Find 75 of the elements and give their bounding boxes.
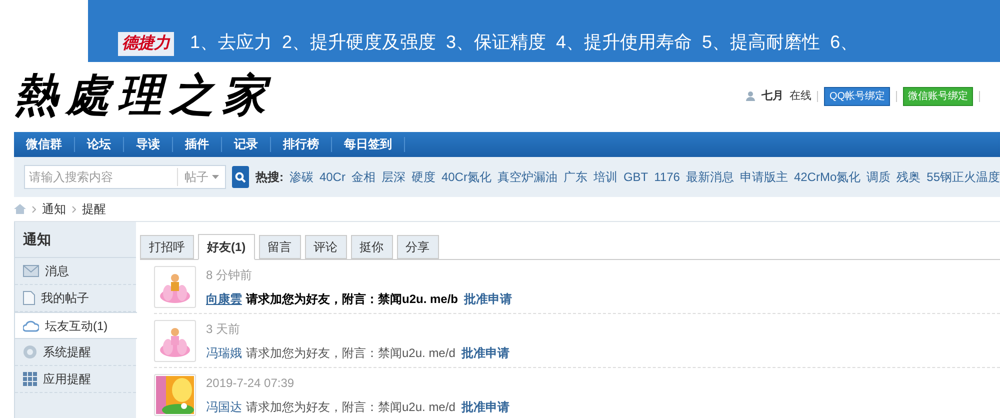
nav-link[interactable]: 导读 [124,137,173,152]
avatar-frame[interactable] [154,374,196,416]
hot-search-link[interactable]: 培训 [593,168,618,186]
banner-slogan: 1、去应力 2、提升硬度及强度 3、保证精度 4、提升使用寿命 5、提高耐磨性 6、 [190,31,858,54]
brand-logo: 德捷力 [118,32,174,56]
document-icon [23,291,35,305]
nav-link[interactable]: 排行榜 [271,137,332,152]
sidebar-item[interactable]: 应用提醒 [15,366,136,393]
sidebar-title: 通知 [15,222,136,258]
avatar-frame[interactable] [154,266,196,308]
notice-message: 请求加您为好友，附言：禁闻u2u. me/d [246,344,456,362]
grid-icon [23,372,37,386]
hot-search-link[interactable]: 1176 [654,168,680,186]
hot-search-link[interactable]: 金相 [351,168,376,186]
user-icon [746,91,756,101]
tab[interactable]: 评论 [304,235,347,259]
approve-link[interactable]: 批准申请 [461,398,510,416]
notice-time: 8 分钟前 [206,266,254,284]
hot-search-link[interactable]: 真空炉漏油 [497,168,558,186]
gear-icon [23,345,37,359]
wechat-bind-button[interactable]: 微信账号绑定 [903,86,973,106]
envelope-icon [23,265,39,277]
username[interactable]: 七月 [761,88,784,104]
user-link[interactable]: 冯国达 [206,398,242,416]
search-button[interactable] [232,166,250,188]
breadcrumb-link[interactable]: 通知 [42,200,66,218]
hot-search-link[interactable]: GBT [623,168,648,186]
search-field[interactable]: 请输入搜索内容 帖子 [24,165,226,189]
hot-search-link[interactable]: 广东 [563,168,588,186]
approve-link[interactable]: 批准申请 [464,290,512,308]
hot-search-link[interactable]: 40Cr [319,168,346,186]
hot-search-link[interactable]: 层深 [381,168,406,186]
search-scope-select[interactable]: 帖子 [177,168,226,186]
nav-link[interactable]: 每日签到 [332,137,405,152]
chevron-icon [32,206,36,212]
nav-link[interactable]: 插件 [173,137,222,152]
hot-search-label: 热搜: [255,169,284,186]
hot-search-link[interactable]: 申请版主 [740,168,788,186]
breadcrumb-link[interactable]: 提醒 [82,200,106,218]
online-status: 在线 [789,88,812,104]
nav-link[interactable]: 微信群 [14,137,75,152]
site-logo[interactable]: 熱處理之家 [14,63,274,129]
hot-search-link[interactable]: 40Cr氮化 [441,168,492,186]
notice-time: 2019-7-24 07:39 [206,374,296,392]
qq-bind-button[interactable]: QQ帐号绑定 [824,86,890,106]
banner[interactable]: 德捷力 1、去应力 2、提升硬度及强度 3、保证精度 4、提升使用寿命 5、提高耐磨性 6、 [88,0,1000,62]
hot-search-link[interactable]: 55钢正火温度 [926,168,1000,186]
home-icon[interactable] [14,204,26,214]
nav-link[interactable]: 记录 [222,137,271,152]
approve-link[interactable]: 批准申请 [461,344,510,362]
hot-search-link[interactable]: 渗碳 [289,168,314,186]
tab[interactable]: 好友(1) [198,234,255,260]
tab[interactable]: 分享 [396,235,439,259]
notice-message: 请求加您为好友，附言：禁闻u2u. me/d [246,398,456,416]
notice-message: 请求加您为好友，附言：禁闻u2u. me/b [246,290,458,308]
hot-search-link[interactable]: 硬度 [411,168,436,186]
nav-link[interactable]: 论坛 [75,137,124,152]
tab[interactable]: 留言 [258,235,301,259]
cloud-icon [23,320,39,332]
caret-icon [212,175,220,179]
user-link[interactable]: 向康雲 [206,290,242,308]
sidebar-item[interactable]: 坛友互动(1) [15,312,137,339]
sidebar-item[interactable]: 消息 [15,258,136,285]
avatar-frame[interactable] [154,320,196,362]
hot-search-link[interactable]: 42CrMo氮化 [794,168,861,186]
user-link[interactable]: 冯瑞娥 [206,344,242,362]
tab[interactable]: 挺你 [350,235,393,259]
notice-time: 3 天前 [206,320,242,338]
hot-search-link[interactable]: 调质 [866,168,891,186]
chevron-icon [72,206,76,212]
search-icon [235,172,246,182]
tab[interactable]: 打招呼 [140,235,194,259]
hot-search-link[interactable]: 最新消息 [686,168,734,186]
hot-search-link[interactable]: 残奥 [896,168,921,186]
sidebar-item[interactable]: 系统提醒 [15,339,136,366]
